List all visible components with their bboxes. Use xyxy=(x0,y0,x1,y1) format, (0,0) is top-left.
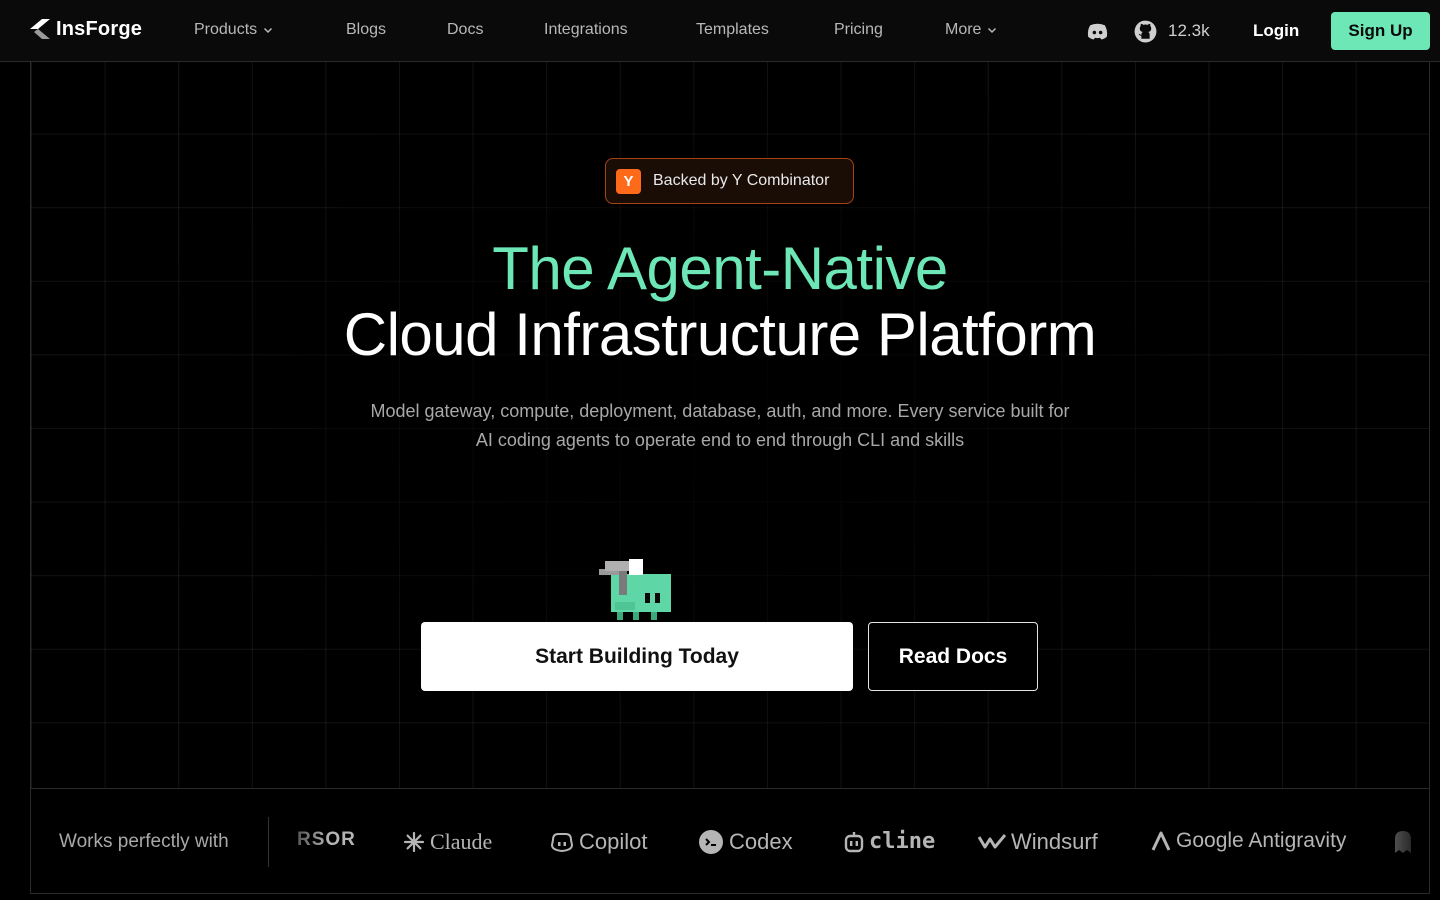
nav-docs[interactable]: Docs xyxy=(447,21,483,39)
top-navbar: InsForge Products Blogs Docs Integration… xyxy=(0,0,1440,62)
insforge-logo-icon xyxy=(30,19,50,39)
partner-logo-strip: Works perfectly with RSOR Claude Copilot… xyxy=(30,788,1430,894)
chevron-down-icon xyxy=(264,27,273,34)
start-building-button[interactable]: Start Building Today xyxy=(421,622,853,691)
github-icon[interactable] xyxy=(1133,19,1158,44)
robot-mascot-icon xyxy=(599,559,671,620)
copilot-icon xyxy=(550,833,574,853)
codex-icon xyxy=(699,830,723,854)
signup-button[interactable]: Sign Up xyxy=(1331,12,1430,50)
discord-icon[interactable] xyxy=(1085,19,1110,44)
brand-name: InsForge xyxy=(56,17,143,40)
read-docs-button[interactable]: Read Docs xyxy=(868,622,1038,691)
nav-templates[interactable]: Templates xyxy=(696,21,769,39)
claude-asterisk-icon xyxy=(403,831,425,853)
badge-text: Backed by Y Combinator xyxy=(653,172,830,189)
github-star-count[interactable]: 12.3k xyxy=(1168,21,1210,41)
partner-copilot: Copilot xyxy=(550,829,647,855)
strip-fade-right xyxy=(1369,789,1429,893)
brand-logo[interactable]: InsForge xyxy=(28,17,142,41)
nav-blogs[interactable]: Blogs xyxy=(346,21,386,39)
hero-title-line1: The Agent-Native xyxy=(492,235,948,302)
partner-cline: cline xyxy=(844,829,935,854)
chevron-down-icon xyxy=(988,27,997,34)
nav-more[interactable]: More xyxy=(945,21,997,39)
works-with-label: Works perfectly with xyxy=(59,831,229,852)
partner-claude: Claude xyxy=(403,829,492,855)
yc-badge[interactable]: Y Backed by Y Combinator xyxy=(605,158,854,204)
login-link[interactable]: Login xyxy=(1253,21,1299,41)
windsurf-icon xyxy=(978,834,1006,849)
partner-windsurf: Windsurf xyxy=(978,829,1098,855)
hero-title-line2: Cloud Infrastructure Platform xyxy=(343,301,1097,368)
partner-codex: Codex xyxy=(698,829,793,855)
antigravity-icon xyxy=(1151,831,1171,851)
nav-pricing[interactable]: Pricing xyxy=(834,21,883,39)
nav-products[interactable]: Products xyxy=(194,21,273,39)
cline-icon xyxy=(844,831,864,852)
nav-integrations[interactable]: Integrations xyxy=(544,21,628,39)
strip-fade-left xyxy=(269,789,329,893)
hero-subtitle: Model gateway, compute, deployment, data… xyxy=(370,401,1070,450)
partner-google-antigravity: Google Antigravity xyxy=(1151,829,1346,853)
ycombinator-logo-icon: Y xyxy=(616,168,641,194)
